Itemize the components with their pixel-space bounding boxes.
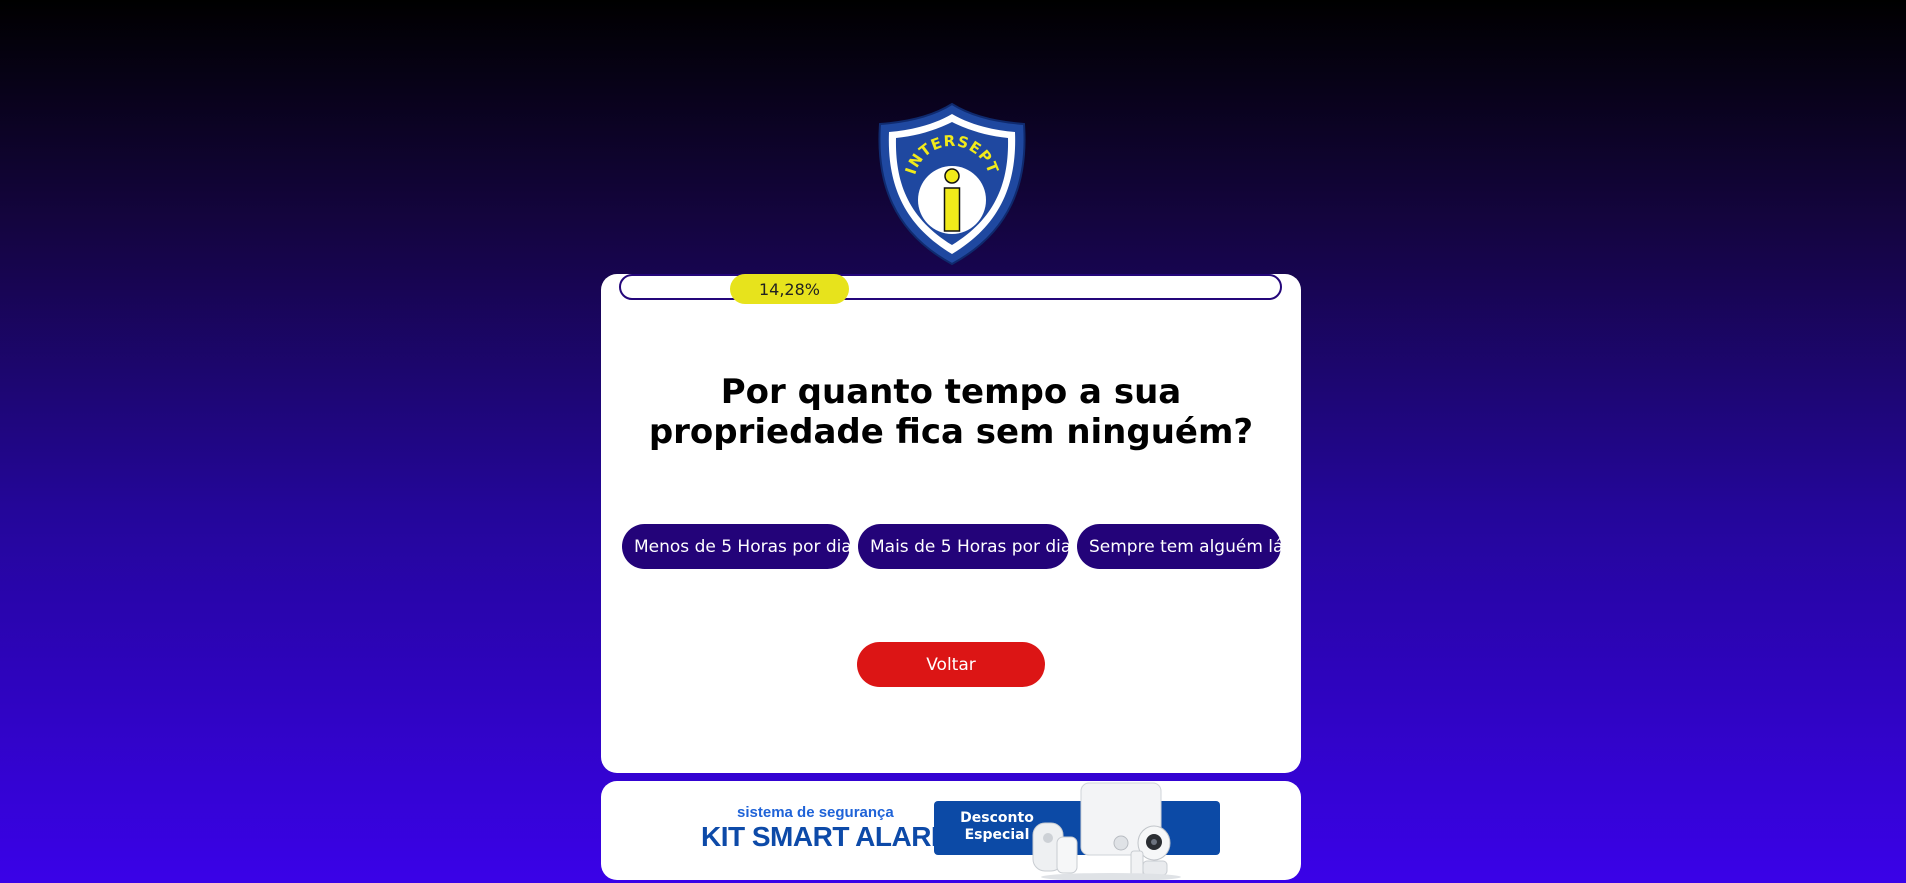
progress-bar: 14,28% — [619, 274, 1282, 304]
progress-indicator: 14,28% — [730, 274, 849, 304]
discount-line-1: Desconto — [960, 810, 1034, 826]
discount-line-2: Especial — [964, 827, 1030, 843]
banner-subtitle: sistema de segurança — [737, 804, 894, 821]
answer-option-1[interactable]: Menos de 5 Horas por dia — [622, 524, 852, 569]
promo-banner[interactable]: sistema de segurança KIT SMART ALARM Des… — [601, 781, 1301, 880]
answer-option-2[interactable]: Mais de 5 Horas por dia — [858, 524, 1071, 569]
answer-option-3[interactable]: Sempre tem alguém lá — [1077, 524, 1283, 569]
banner-title: KIT SMART ALARM — [701, 821, 954, 852]
intersept-logo: INTERSEPT — [878, 102, 1026, 266]
discount-text: Desconto Especial — [950, 810, 1044, 844]
answer-options: Menos de 5 Horas por dia Mais de 5 Horas… — [622, 524, 1283, 569]
quiz-card: 14,28% Por quanto tempo a sua propriedad… — [601, 274, 1301, 773]
alarm-devices-image — [1032, 782, 1181, 880]
back-button[interactable]: Voltar — [857, 642, 1045, 687]
question-title: Por quanto tempo a sua propriedade fica … — [648, 372, 1254, 452]
